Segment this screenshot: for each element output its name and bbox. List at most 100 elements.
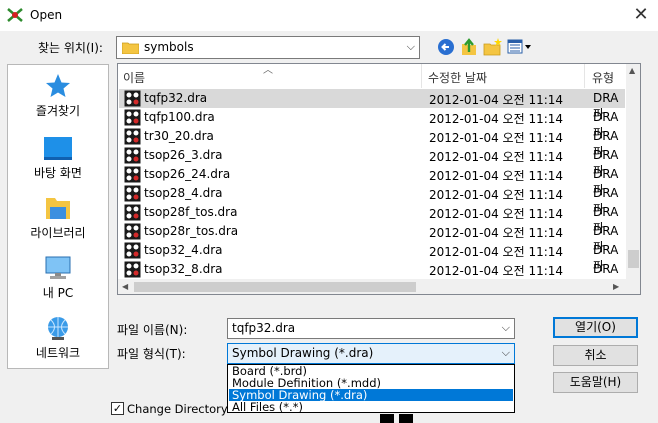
file-name: tsop32_8.dra (144, 262, 223, 276)
file-row[interactable]: tsop26_24.dra 2012-01-04 오전 11:14 DRA 파 (119, 165, 625, 197)
file-name: tsop28r_tos.dra (144, 224, 239, 238)
open-button[interactable]: 열기(O) (553, 317, 638, 338)
new-folder-icon[interactable] (483, 36, 503, 58)
hidden-button (380, 414, 394, 423)
look-in-label: 찾는 위치(I): (38, 41, 103, 55)
scroll-thumb[interactable] (628, 250, 639, 268)
star-icon (46, 74, 70, 97)
up-folder-icon[interactable] (460, 36, 478, 58)
place-label: 내 PC (42, 286, 74, 300)
file-type-option[interactable]: All Files (*.*) (229, 401, 513, 413)
column-name[interactable]: 이름 (123, 69, 145, 86)
dra-file-icon (124, 242, 141, 259)
file-date: 2012-01-04 오전 11:14 (429, 131, 564, 145)
file-name-label: 파일 이름(N): (117, 323, 188, 337)
file-row[interactable]: tr30_20.dra 2012-01-04 오전 11:14 DRA 파 (119, 127, 625, 159)
file-name: tsop32_4.dra (144, 243, 223, 257)
dra-file-icon (124, 261, 141, 278)
place-label: 즐겨찾기 (35, 104, 81, 118)
file-row[interactable]: tsop32_8.dra2012-01-04 오전 11:14DRA 파 (119, 260, 625, 292)
file-name: tr30_20.dra (144, 129, 214, 143)
sort-up-icon: ︿ (263, 65, 273, 76)
file-name: tsop28f_tos.dra (144, 205, 238, 219)
change-directory-checkbox[interactable]: ✓ (111, 402, 124, 415)
file-name: tsop28_4.dra (144, 186, 223, 200)
place-libraries[interactable]: 라이브러리 (8, 195, 108, 241)
chevron-down-icon[interactable]: ⌵ (502, 321, 510, 335)
file-row[interactable]: tsop28f_tos.dra 2012-01-04 오전 11:14 DRA 파 (119, 203, 625, 235)
file-date: 2012-01-04 오전 11:14 (429, 169, 564, 183)
desktop-icon (44, 137, 72, 160)
dra-file-icon (124, 223, 141, 240)
place-favorites[interactable]: 즐겨찾기 (8, 73, 108, 119)
file-row[interactable]: tqfp32.dra 2012-01-04 오전 11:14 DRA 파 (119, 89, 625, 121)
file-date: 2012-01-04 오전 11:14 (429, 150, 564, 164)
file-name: tqfp32.dra (144, 91, 208, 105)
file-row[interactable]: tsop28_4.dra 2012-01-04 오전 11:14 DRA 파 (119, 184, 625, 216)
dra-file-icon (124, 109, 141, 126)
file-date: 2012-01-04 오전 11:14 (429, 245, 564, 259)
column-date[interactable]: 수정한 날짜 (428, 69, 487, 86)
help-button[interactable]: 도움말(H) (553, 372, 638, 393)
file-date: 2012-01-04 오전 11:14 (429, 93, 564, 107)
scroll-left-icon[interactable]: ◀ (122, 282, 128, 291)
scroll-corner (626, 279, 640, 294)
place-network[interactable]: 네트워크 (8, 315, 108, 361)
network-icon (48, 317, 68, 340)
file-date: 2012-01-04 오전 11:14 (429, 226, 564, 240)
dra-file-icon (124, 185, 141, 202)
file-name: tsop26_3.dra (144, 148, 223, 162)
file-row[interactable]: tqfp100.dra 2012-01-04 오전 11:14 DRA 파 (119, 108, 625, 140)
file-name: tqfp100.dra (144, 110, 215, 124)
dra-file-icon (124, 90, 141, 107)
file-row[interactable]: tsop26_3.dra 2012-01-04 오전 11:14 DRA 파 (119, 146, 625, 178)
cancel-button[interactable]: 취소 (553, 345, 638, 366)
dra-file-icon (124, 128, 141, 145)
place-label: 라이브러리 (30, 226, 86, 240)
look-in-combo[interactable]: symbols ⌵ (116, 36, 420, 59)
window-title: Open (30, 8, 63, 22)
vertical-scrollbar[interactable]: ▲ ▼ (626, 64, 640, 287)
scroll-up-icon[interactable]: ▲ (629, 66, 635, 75)
dra-file-icon (124, 166, 141, 183)
folder-icon (122, 42, 139, 54)
look-in-value: symbols (144, 40, 194, 54)
pc-icon (45, 256, 71, 279)
file-name-value: tqfp32.dra (232, 321, 296, 335)
file-type-value: Symbol Drawing (*.dra) (232, 346, 374, 360)
hidden-button (399, 414, 413, 423)
view-menu-icon[interactable] (507, 36, 533, 58)
scroll-right-icon[interactable]: ▶ (613, 282, 619, 291)
change-directory-label: Change Directory (127, 402, 228, 416)
file-type-dropdown: Board (*.brd) Module Definition (*.mdd) … (227, 364, 515, 413)
file-row[interactable]: tsop32_4.dra 2012-01-04 오전 11:14 DRA 파 (119, 241, 625, 273)
place-label: 바탕 화면 (34, 166, 82, 180)
file-date: 2012-01-04 오전 11:14 (429, 264, 564, 278)
hscroll-thumb[interactable] (134, 282, 416, 292)
app-icon (7, 8, 23, 22)
dra-file-icon (124, 147, 141, 164)
file-row[interactable]: tsop28r_tos.dra 2012-01-04 오전 11:14 DRA 파 (119, 222, 625, 254)
place-desktop[interactable]: 바탕 화면 (8, 135, 108, 181)
chevron-down-icon: ⌵ (406, 40, 415, 53)
close-button[interactable]: ✕ (630, 4, 652, 26)
file-date: 2012-01-04 오전 11:14 (429, 112, 564, 126)
horizontal-scrollbar[interactable]: ◀ ▶ (118, 279, 626, 294)
title-bar: Open ✕ (0, 0, 658, 31)
places-bar: 즐겨찾기 바탕 화면 라이브러리 내 PC 네트워크 (7, 64, 109, 369)
back-icon[interactable] (437, 36, 455, 58)
file-date: 2012-01-04 오전 11:14 (429, 207, 564, 221)
file-type-label: 파일 형식(T): (117, 347, 186, 361)
place-label: 네트워크 (35, 346, 81, 360)
file-name: tsop26_24.dra (144, 167, 231, 181)
library-icon (46, 198, 70, 219)
column-type[interactable]: 유형 (592, 69, 614, 86)
file-type-select[interactable]: Symbol Drawing (*.dra) ⌵ (227, 343, 515, 364)
chevron-down-icon: ⌵ (501, 346, 510, 359)
dra-file-icon (124, 204, 141, 221)
place-this-pc[interactable]: 내 PC (8, 255, 108, 301)
file-list[interactable]: ︿ 이름 수정한 날짜 유형 tqfp32.dra 2012-01-04 오전 1… (117, 63, 641, 295)
file-name-input[interactable]: tqfp32.dra ⌵ (227, 318, 515, 339)
column-header: ︿ 이름 수정한 날짜 유형 (118, 64, 626, 88)
file-date: 2012-01-04 오전 11:14 (429, 188, 564, 202)
